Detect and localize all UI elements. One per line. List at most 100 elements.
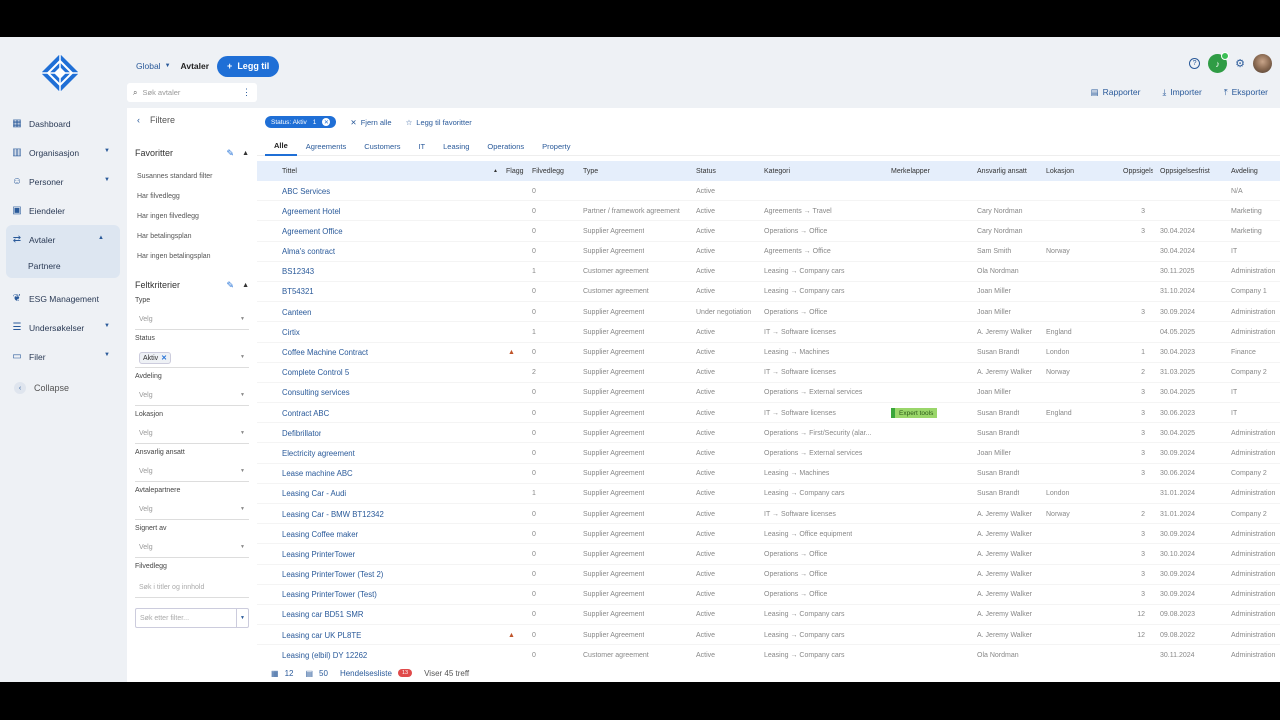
favorite-filter-link[interactable]: Har ingen betalingsplan [127, 246, 257, 266]
company-logo[interactable] [40, 53, 80, 93]
column-header[interactable]: Filvedlegg [532, 161, 582, 181]
agreement-title-link[interactable]: Leasing Car - BMW BT12342 [282, 504, 384, 524]
chevron-down-icon[interactable]: ▼ [240, 354, 245, 360]
column-header[interactable]: Avdeling [1231, 161, 1280, 181]
chevron-down-icon[interactable]: ▼ [104, 177, 110, 183]
chevron-down-icon[interactable]: ▼ [240, 544, 245, 550]
chevron-down-icon[interactable]: ▼ [104, 352, 110, 358]
agreement-title-link[interactable]: BS12343 [282, 262, 314, 282]
close-icon[interactable]: ✕ [161, 355, 167, 362]
sidebar-item-organisasjon[interactable]: ▥ Organisasjon ▼ [0, 138, 126, 167]
help-icon[interactable]: ? [1189, 58, 1201, 69]
agreement-title-link[interactable]: Agreement Office [282, 221, 343, 241]
field-select[interactable]: Velg ▼ [135, 462, 249, 482]
view-50-button[interactable]: ▤ 50 [305, 669, 327, 678]
field-select[interactable]: Velg ▼ [135, 500, 249, 520]
add-favorite-button[interactable]: ☆ Legg til favoritter [406, 118, 472, 127]
column-header[interactable]: Tittel [282, 161, 482, 181]
field-select[interactable]: Velg ▼ [135, 310, 249, 330]
tab-customers[interactable]: Customers [355, 136, 409, 156]
more-vertical-icon[interactable]: ⋮ [242, 87, 251, 98]
table-row[interactable]: Alma's contract 0 Supplier Agreement Active… [257, 242, 1280, 262]
field-select[interactable]: Velg ▼ [135, 424, 249, 444]
notifications-button[interactable]: ♪ [1208, 52, 1230, 73]
table-row[interactable]: Contract ABC 0 Supplier Agreement Active IT … [257, 403, 1280, 424]
table-row[interactable]: Leasing Car - BMW BT12342 0 Supplier Agree… [257, 504, 1280, 525]
table-row[interactable]: Leasing PrinterTower 0 Supplier Agreement A… [257, 544, 1280, 565]
event-list-button[interactable]: Hendelsesliste 13 [340, 669, 413, 678]
agreement-title-link[interactable]: Leasing Car - Audi [282, 484, 346, 504]
import-button[interactable]: ⤓ Importer [1162, 87, 1201, 98]
favorite-filter-link[interactable]: Har filvedlegg [127, 186, 257, 206]
agreement-title-link[interactable]: Leasing PrinterTower [282, 544, 355, 564]
table-row[interactable]: Defibrillator 0 Supplier Agreement Active Op… [257, 423, 1280, 444]
edit-icon[interactable]: ✎ [227, 280, 235, 291]
sidebar-item-filer[interactable]: ▭ Filer ▼ [0, 342, 126, 371]
table-row[interactable]: BS12343 1 Customer agreement Active Leasing … [257, 262, 1280, 282]
table-row[interactable]: Lease machine ABC 0 Supplier Agreement Acti… [257, 464, 1280, 484]
agreement-title-link[interactable]: Coffee Machine Contract [282, 343, 368, 363]
agreement-title-link[interactable]: Canteen [282, 302, 311, 322]
column-header[interactable]: Lokasjon [1046, 161, 1121, 181]
table-row[interactable]: Agreement Office 0 Supplier Agreement Activ… [257, 221, 1280, 242]
chevron-down-icon[interactable]: ▼ [240, 316, 245, 322]
sidebar-item-esg-management[interactable]: ❦ ESG Management [0, 284, 126, 313]
agreement-title-link[interactable]: Lease machine ABC [282, 464, 353, 484]
chevron-down-icon[interactable]: ▼ [104, 323, 110, 329]
close-icon[interactable]: ✕ [322, 118, 331, 126]
chevron-down-icon[interactable]: ▼ [240, 468, 245, 474]
table-row[interactable]: Complete Control 5 2 Supplier Agreement Act… [257, 363, 1280, 383]
agreement-title-link[interactable]: Defibrillator [282, 423, 321, 443]
chevron-up-icon[interactable]: ▲ [98, 235, 104, 241]
chevron-down-icon[interactable]: ▼ [240, 430, 245, 436]
agreement-title-link[interactable]: Agreement Hotel [282, 201, 341, 221]
column-header[interactable]: Kategori [764, 161, 889, 181]
search-input[interactable]: ⌕ Søk avtaler ⋮ [127, 83, 257, 102]
status-filter-chip[interactable]: Status: Aktiv 1 ✕ [265, 116, 337, 128]
clear-all-button[interactable]: ✕ Fjern alle [350, 118, 391, 127]
chevron-down-icon[interactable]: ▼ [240, 506, 245, 512]
agreement-title-link[interactable]: Leasing car BD51 SMR [282, 605, 363, 625]
favorite-filter-link[interactable]: Har ingen filvedlegg [127, 206, 257, 226]
agreement-title-link[interactable]: Electricity agreement [282, 443, 355, 463]
table-row[interactable]: Consulting services 0 Supplier Agreement Ac… [257, 383, 1280, 404]
export-button[interactable]: ⤒ Eksporter [1224, 87, 1268, 98]
sidebar-item-personer[interactable]: ☺ Personer ▼ [0, 167, 126, 196]
table-row[interactable]: Canteen 0 Supplier Agreement Under negotiat… [257, 302, 1280, 323]
column-header[interactable]: Ansvarlig ansatt [977, 161, 1045, 181]
chevron-up-icon[interactable]: ▲ [242, 150, 249, 157]
agreement-title-link[interactable]: Alma's contract [282, 242, 335, 262]
agreement-title-link[interactable]: Leasing PrinterTower (Test 2) [282, 565, 383, 585]
collapse-filters-icon[interactable]: ‹ [137, 115, 140, 125]
agreement-title-link[interactable]: Leasing Coffee maker [282, 524, 358, 544]
chevron-up-icon[interactable]: ▲ [242, 282, 249, 289]
favorite-filter-link[interactable]: Har betalingsplan [127, 226, 257, 246]
agreement-title-link[interactable]: Complete Control 5 [282, 363, 349, 383]
tab-property[interactable]: Property [533, 136, 579, 156]
status-chip-aktiv[interactable]: Aktiv ✕ [139, 351, 172, 364]
chevron-down-icon[interactable]: ▼ [236, 609, 248, 627]
table-row[interactable]: Leasing car UK PL8TE ▲ 0 Supplier Agreement… [257, 625, 1280, 646]
agreement-title-link[interactable]: Leasing PrinterTower (Test) [282, 585, 377, 605]
chevron-down-icon[interactable]: ▼ [104, 148, 110, 154]
table-row[interactable]: BT54321 0 Customer agreement Active Leasing … [257, 282, 1280, 303]
tab-alle[interactable]: Alle [265, 136, 297, 156]
tab-operations[interactable]: Operations [478, 136, 533, 156]
table-row[interactable]: ABC Services 0 Active N/A [257, 181, 1280, 202]
column-header[interactable]: Status [696, 161, 761, 181]
sidebar-item-avtaler[interactable]: ⇄ Avtaler ▲ [6, 225, 120, 254]
sort-asc-icon[interactable]: ▲ [493, 161, 498, 181]
agreement-title-link[interactable]: Leasing car UK PL8TE [282, 625, 361, 645]
tab-it[interactable]: IT [409, 136, 434, 156]
table-row[interactable]: Electricity agreement 0 Supplier Agreement… [257, 443, 1280, 464]
chevron-down-icon[interactable]: ▼ [240, 392, 245, 398]
field-select[interactable]: Velg ▼ [135, 538, 249, 558]
agreement-title-link[interactable]: ABC Services [282, 181, 330, 201]
tab-leasing[interactable]: Leasing [434, 136, 478, 156]
column-header[interactable]: Oppsigelsestid [1123, 161, 1153, 181]
edit-icon[interactable]: ✎ [227, 148, 235, 159]
sidebar-item-dashboard[interactable]: ▦ Dashboard [0, 109, 126, 138]
agreement-title-link[interactable]: BT54321 [282, 282, 314, 302]
column-header[interactable]: Type [583, 161, 693, 181]
view-12-button[interactable]: ▦ 12 [271, 669, 293, 678]
